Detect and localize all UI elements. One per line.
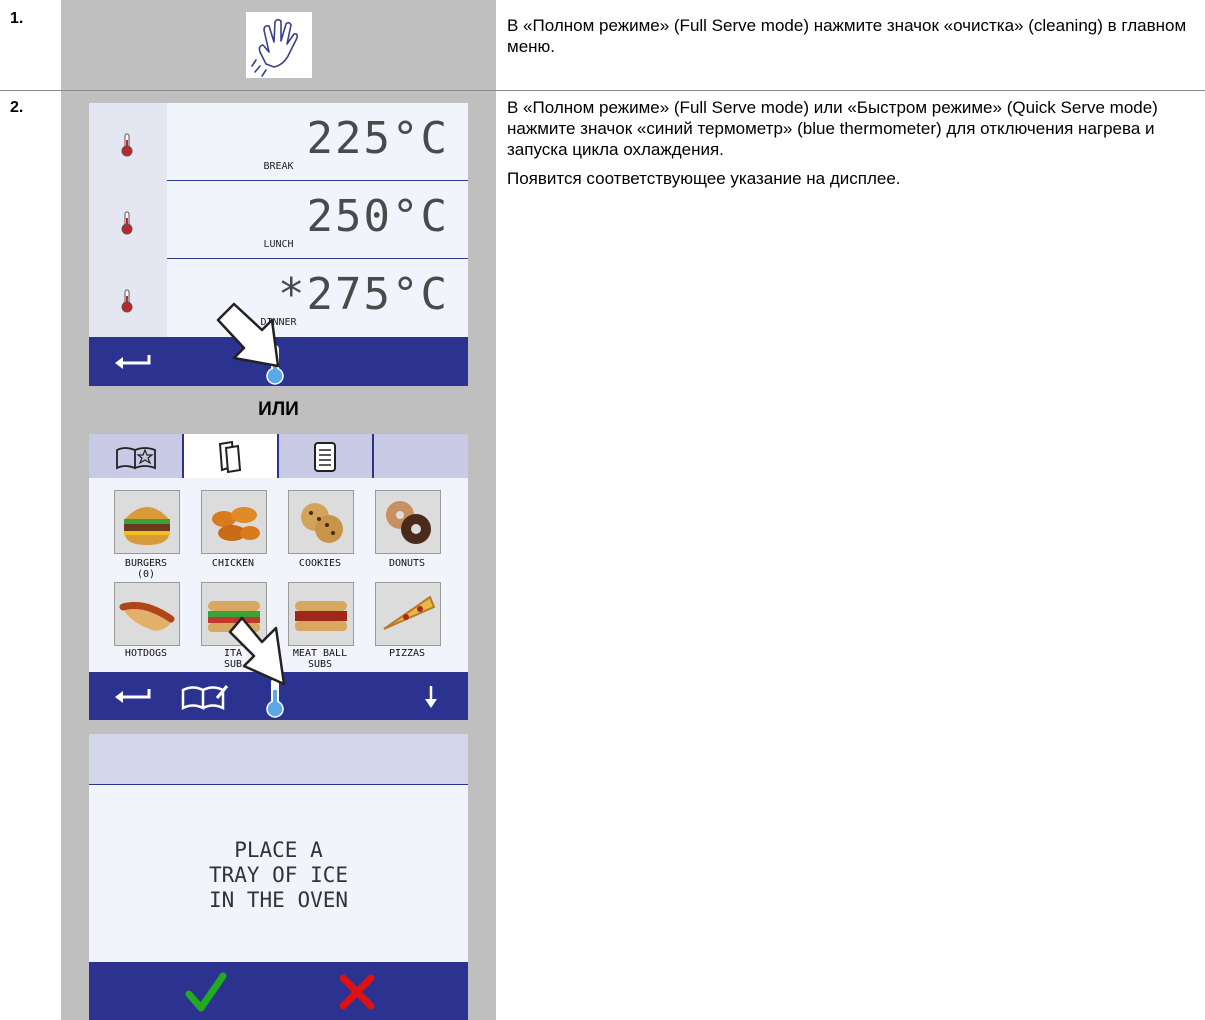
- tab-document[interactable]: [279, 434, 374, 478]
- thermometer-icon: [121, 133, 133, 157]
- pages-icon: [218, 440, 242, 474]
- step-1-paragraph: В «Полном режиме» (Full Serve mode) нажм…: [507, 16, 1187, 56]
- step-2-text: В «Полном режиме» (Full Serve mode) или …: [507, 97, 1197, 197]
- temp-label: LUNCH: [263, 239, 294, 250]
- item-count: (0): [136, 569, 156, 580]
- hotdog-icon: [119, 601, 175, 631]
- menu-item-hotdogs[interactable]: [114, 582, 180, 646]
- tab-pages[interactable]: [184, 434, 279, 478]
- menu-item-label: CHICKEN: [211, 558, 255, 569]
- ice-message-line-1: PLACE A: [234, 838, 323, 862]
- thermometer-icon: [121, 289, 133, 313]
- tab-favorites[interactable]: [89, 434, 184, 478]
- ice-message-line-3: IN THE OVEN: [208, 888, 349, 912]
- menu-item-cookies[interactable]: [288, 490, 354, 554]
- back-arrow-icon[interactable]: [111, 351, 153, 373]
- item-name: BURGERS: [124, 558, 168, 569]
- menu-item-label: BURGERS (0): [101, 558, 191, 580]
- pointer-arrow-icon: [216, 302, 280, 368]
- ice-prompt-screen: PLACE A TRAY OF ICE IN THE OVEN: [89, 734, 468, 1020]
- step-2-paragraph-2: Появится соответствующее указание на дис…: [507, 169, 901, 188]
- cancel-x-icon[interactable]: [337, 972, 377, 1012]
- ice-message: PLACE A TRAY OF ICE IN THE OVEN: [89, 838, 468, 913]
- step-2-number: 2.: [10, 99, 24, 116]
- step-1-number: 1.: [10, 10, 24, 27]
- burger-icon: [124, 507, 170, 545]
- menu-item-label: HOTDOGS: [124, 648, 168, 659]
- scroll-down-arrow-icon[interactable]: [423, 684, 439, 710]
- pointer-arrow-icon: [228, 616, 286, 686]
- temp-value: 250°C: [306, 191, 449, 242]
- menu-item-burgers[interactable]: [114, 490, 180, 554]
- step-1-text: В «Полном режиме» (Full Serve mode) нажм…: [507, 15, 1197, 65]
- menu-item-label: DONUTS: [388, 558, 426, 569]
- pizza-icon: [383, 595, 436, 630]
- donuts-icon: [386, 501, 431, 544]
- back-arrow-icon[interactable]: [111, 685, 153, 707]
- menu-item-label: PIZZAS: [388, 648, 426, 659]
- menu-item-pizzas[interactable]: [375, 582, 441, 646]
- step-2-paragraph-1: В «Полном режиме» (Full Serve mode) или …: [507, 98, 1158, 159]
- menu-tabs: [89, 434, 468, 478]
- cleaning-hand-icon[interactable]: [246, 12, 312, 78]
- temp-value: 225°C: [306, 113, 449, 164]
- item-sub: SUBS: [307, 659, 333, 670]
- ice-bottom-bar: [89, 962, 468, 1020]
- temp-label: BREAK: [263, 161, 294, 172]
- ice-message-line-2: TRAY OF ICE: [208, 863, 349, 887]
- temp-row-lunch[interactable]: 250°C LUNCH: [89, 181, 468, 259]
- favorites-book-icon: [116, 447, 156, 470]
- temp-row-break[interactable]: 225°C BREAK: [89, 103, 468, 181]
- document-icon: [314, 442, 336, 472]
- cookies-icon: [301, 503, 343, 543]
- menu-item-label: COOKIES: [298, 558, 342, 569]
- menu-item-donuts[interactable]: [375, 490, 441, 554]
- chicken-icon: [212, 507, 260, 541]
- thermometer-icon: [121, 211, 133, 235]
- or-separator: ИЛИ: [258, 399, 299, 420]
- menu-item-chicken[interactable]: [201, 490, 267, 554]
- confirm-check-icon[interactable]: [185, 972, 227, 1014]
- ice-screen-header: [89, 734, 468, 785]
